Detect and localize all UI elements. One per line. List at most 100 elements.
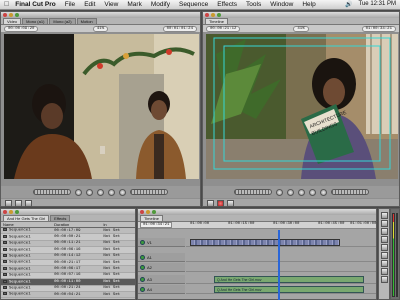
play-button[interactable]: [97, 188, 104, 196]
crop-tool-icon[interactable]: [380, 268, 388, 275]
timeline-tabs: Timeline: [138, 215, 376, 222]
audio-clip[interactable]: Q And He Gets The Girl.mov: [214, 286, 364, 293]
apple-logo-icon[interactable]: : [4, 1, 9, 8]
add-marker-button[interactable]: [227, 200, 234, 207]
tab-timeline[interactable]: Timeline: [140, 215, 163, 221]
zoom-window-button[interactable]: [15, 210, 19, 214]
minimize-window-button[interactable]: [9, 13, 13, 17]
tab-video[interactable]: Video: [3, 18, 22, 24]
tab-effects[interactable]: Effects: [50, 215, 71, 221]
play-button[interactable]: [297, 188, 305, 196]
menu-sequence[interactable]: Sequence: [179, 1, 208, 8]
canvas-video-frame[interactable]: ARCHITECTURE BUILDINGS: [206, 34, 398, 179]
track-visibility-toggle[interactable]: [140, 254, 145, 260]
audio-lane: Q And He Gets The Girl.mov: [186, 285, 376, 294]
cell-duration: 00:00:04:21: [52, 291, 102, 299]
play-in-out-button[interactable]: [86, 188, 93, 196]
canvas-shuttle-control[interactable]: [233, 189, 272, 195]
viewer-current-timecode[interactable]: 00:01:01:24: [162, 25, 197, 32]
viewer-duration-timecode[interactable]: 00:00:09:20: [4, 25, 39, 32]
viewer-shuttle-control[interactable]: [33, 189, 71, 195]
tab-mono-a1[interactable]: Mono (a1): [22, 18, 49, 24]
volume-icon[interactable]: 🔊: [345, 1, 352, 8]
track-visibility-toggle[interactable]: [140, 239, 145, 245]
zoom-window-button[interactable]: [152, 210, 156, 214]
cell-name-text: Sequence1: [9, 228, 31, 233]
roll-tool-icon[interactable]: [380, 236, 388, 243]
mark-in-button[interactable]: [207, 200, 214, 207]
ruler-label-2: 01:00:30:00: [273, 222, 300, 226]
cell-name-text: Sequence1: [9, 241, 31, 246]
menu-window[interactable]: Window: [270, 1, 293, 8]
track-label: V1: [147, 239, 152, 245]
timeline-window: Timeline 01:00:34:21 01:00:00 01:00:15:0…: [137, 208, 377, 300]
play-around-button[interactable]: [308, 188, 316, 196]
track-visibility-toggle[interactable]: [140, 276, 145, 282]
edit-selection-tool-icon[interactable]: [380, 220, 388, 227]
menu-help[interactable]: Help: [302, 1, 315, 8]
viewer-jog-control[interactable]: [130, 189, 168, 195]
cell-name-text: Sequence1: [9, 267, 31, 272]
slip-tool-icon[interactable]: [380, 244, 388, 251]
menu-file[interactable]: File: [65, 1, 75, 8]
cell-name-text: Sequence1: [9, 254, 31, 259]
close-window-button[interactable]: [3, 13, 7, 17]
track-label: A2: [147, 264, 152, 270]
pen-tool-icon[interactable]: [380, 276, 388, 283]
zoom-window-button[interactable]: [15, 13, 19, 17]
canvas-duration-timecode[interactable]: 00:00:21:12: [206, 25, 241, 32]
zoom-tool-icon[interactable]: [380, 260, 388, 267]
tab-canvas-timeline[interactable]: Timeline: [205, 18, 228, 24]
mark-in-button[interactable]: [5, 200, 12, 207]
tab-mono-a2[interactable]: Mono (a2): [49, 18, 76, 24]
tab-motion[interactable]: Motion: [76, 18, 97, 24]
minimize-window-button[interactable]: [211, 13, 215, 17]
sequence-icon: [3, 279, 7, 283]
razor-blade-tool-icon[interactable]: [380, 252, 388, 259]
minimize-window-button[interactable]: [146, 210, 150, 214]
close-window-button[interactable]: [140, 210, 144, 214]
close-window-button[interactable]: [205, 13, 209, 17]
next-edit-button[interactable]: [119, 188, 126, 196]
canvas-window: Timeline 00:00:21:12 41% 01:00:34:21 ARC…: [202, 11, 400, 207]
track-select-tool-icon[interactable]: [380, 228, 388, 235]
viewer-zoom-select[interactable]: 41%: [92, 25, 109, 32]
viewer-video-frame[interactable]: [4, 34, 199, 179]
add-marker-button[interactable]: [25, 200, 32, 207]
track-visibility-toggle[interactable]: [140, 264, 145, 270]
menu-tools[interactable]: Tools: [246, 1, 261, 8]
timeline-playhead[interactable]: [278, 230, 280, 300]
canvas-zoom-select[interactable]: 41%: [293, 25, 309, 32]
mark-out-button[interactable]: [15, 200, 22, 207]
track-visibility-toggle[interactable]: [140, 286, 145, 292]
timeline-current-timecode[interactable]: 01:00:34:21: [140, 222, 173, 228]
video-clip[interactable]: [190, 239, 340, 246]
audio-clip[interactable]: Q And He Gets The Girl.mov: [214, 276, 364, 283]
canvas-transport-controls: [203, 186, 399, 198]
menu-app-name[interactable]: Final Cut Pro: [15, 1, 55, 8]
minimize-window-button[interactable]: [9, 210, 13, 214]
next-edit-button[interactable]: [319, 188, 327, 196]
ruler-label-1: 01:00:15:00: [228, 222, 255, 226]
menu-view[interactable]: View: [104, 1, 118, 8]
menu-edit[interactable]: Edit: [84, 1, 95, 8]
record-button[interactable]: [217, 200, 224, 207]
play-in-out-button[interactable]: [286, 188, 294, 196]
previous-edit-button[interactable]: [275, 188, 283, 196]
cell-name: Sequence1: [1, 291, 53, 299]
close-window-button[interactable]: [3, 210, 7, 214]
menu-mark[interactable]: Mark: [127, 1, 141, 8]
table-row[interactable]: Sequence1 00:00:04:21 Not Set: [1, 291, 135, 299]
tab-project[interactable]: And He Gets The Girl: [3, 215, 50, 221]
menu-effects[interactable]: Effects: [217, 1, 237, 8]
zoom-window-button[interactable]: [217, 13, 221, 17]
menu-modify[interactable]: Modify: [151, 1, 170, 8]
sequence-icon: [3, 266, 7, 270]
viewer-tabs: Video Mono (a1) Mono (a2) Motion: [1, 18, 200, 25]
selection-tool-icon[interactable]: [380, 212, 388, 219]
canvas-jog-control[interactable]: [330, 189, 369, 195]
play-around-button[interactable]: [108, 188, 115, 196]
timeline-ruler[interactable]: 01:00:34:21 01:00:00 01:00:15:00 01:00:3…: [138, 222, 376, 229]
canvas-current-timecode[interactable]: 01:00:34:21: [361, 25, 396, 32]
previous-edit-button[interactable]: [75, 188, 82, 196]
